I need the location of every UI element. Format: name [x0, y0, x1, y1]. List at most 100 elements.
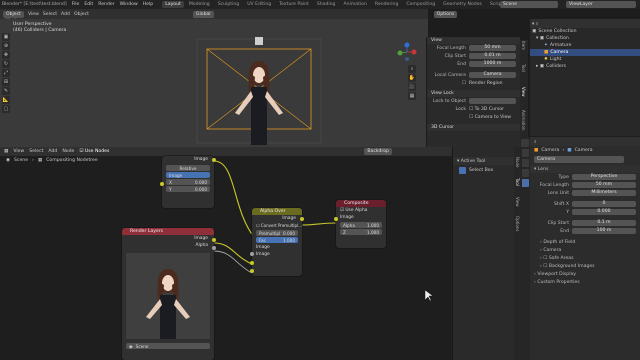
view-panel-header[interactable]: View — [427, 37, 520, 44]
rotate-tool-icon[interactable]: ↻ — [2, 60, 10, 68]
shift-y-field[interactable]: 0.000 — [572, 209, 636, 215]
input-socket[interactable] — [160, 182, 164, 186]
local-camera-field[interactable]: Camera — [469, 72, 516, 78]
tab-ne-tool[interactable]: Tool — [515, 178, 520, 196]
viewport-menu-select[interactable]: Select — [43, 12, 57, 17]
clip-end-prop-field[interactable]: 100 m — [572, 228, 636, 234]
tab-shading[interactable]: Shading — [314, 1, 339, 8]
mode-dropdown[interactable]: Object Mode — [3, 10, 24, 24]
outliner-item-armature[interactable]: ✦ Armature — [530, 42, 640, 49]
render-region-label[interactable]: Render Region — [469, 81, 503, 86]
scene-props-icon[interactable] — [521, 159, 529, 167]
annotate-tool-icon[interactable]: ✎ — [2, 87, 10, 95]
render-layers-title[interactable]: Render Layers — [122, 228, 214, 235]
input-socket[interactable] — [334, 217, 338, 221]
lock-to-object-field[interactable] — [469, 98, 516, 104]
translate-node[interactable]: Image Relative Image X 0.000 Y 0.000 — [160, 156, 216, 208]
tab-animation-side[interactable]: Animation — [521, 110, 526, 138]
tab-animation[interactable]: Animation — [340, 1, 369, 8]
section-custom-properties[interactable]: › Custom Properties — [530, 278, 640, 286]
camera-data-props-icon[interactable] — [521, 179, 529, 187]
tab-uv-editing[interactable]: UV Editing — [244, 1, 274, 8]
active-tool-header[interactable]: ▾ Active Tool — [453, 157, 514, 165]
cursor-panel-header[interactable]: 3D Cursor — [427, 124, 520, 131]
pan-hand-icon[interactable]: ✋ — [408, 74, 416, 82]
tab-modeling[interactable]: Modeling — [186, 1, 213, 8]
tab-options[interactable]: Options — [515, 216, 520, 240]
viewport-3d[interactable]: User Perspective (46) Colliders | Camera… — [0, 19, 428, 147]
render-layers-scene-field[interactable]: ◉ Scene — [126, 343, 210, 349]
view-lock-header[interactable]: View Lock — [427, 90, 520, 97]
translate-x-field[interactable]: X 0.000 — [166, 179, 210, 185]
tab-texture-paint[interactable]: Texture Paint — [276, 1, 312, 8]
outliner-item-camera[interactable]: ■ Camera — [530, 49, 640, 56]
clip-start-prop-field[interactable]: 0.1 m — [572, 220, 636, 226]
render-region-checkbox-icon[interactable]: ☐ — [427, 81, 469, 86]
outliner-item-colliders[interactable]: ▸ ▣ Colliders — [530, 63, 640, 70]
type-dropdown[interactable]: Perspective — [572, 174, 636, 180]
tab-tool[interactable]: Tool — [521, 64, 526, 86]
properties-search[interactable]: ⌕ — [530, 137, 640, 146]
clip-start-field[interactable]: 0.01 m — [469, 53, 516, 59]
alpha-output-socket[interactable] — [212, 246, 216, 250]
use-alpha-checkbox[interactable]: ☑ Use Alpha — [336, 207, 386, 214]
output-socket[interactable] — [300, 217, 304, 221]
tab-node[interactable]: Node — [515, 157, 520, 177]
transform-orientation[interactable]: Global — [192, 10, 214, 18]
image-output-socket[interactable] — [212, 238, 216, 242]
translate-image-input[interactable]: Image — [166, 172, 210, 178]
outliner-item-collection[interactable]: ▾ ▣ Collection — [530, 35, 640, 42]
premultiplied-field[interactable]: Premultipl 0.000 — [256, 230, 298, 236]
tab-ne-view[interactable]: View — [515, 197, 520, 215]
select-tool-icon[interactable]: ▣ — [2, 33, 10, 41]
translate-y-field[interactable]: Y 0.000 — [166, 186, 210, 192]
lens-header[interactable]: ▾ Lens — [530, 165, 640, 173]
menu-window[interactable]: Window — [120, 2, 138, 7]
scale-tool-icon[interactable]: ⤢ — [2, 69, 10, 77]
options-button[interactable]: Options — [433, 10, 458, 18]
section-camera[interactable]: › Camera — [530, 246, 640, 254]
composite-title[interactable]: Composite — [336, 200, 386, 207]
measure-tool-icon[interactable]: 📐 — [2, 96, 10, 104]
fac-socket[interactable] — [250, 252, 254, 256]
tab-compositing[interactable]: Compositing — [403, 1, 438, 8]
viewport-menu-view[interactable]: View — [28, 12, 39, 17]
viewlayer-field[interactable]: ViewLayer — [566, 1, 636, 8]
clip-end-field[interactable]: 1000 m — [469, 61, 516, 67]
camera-view-icon[interactable]: 🎥 — [408, 83, 416, 91]
section-viewport-display[interactable]: › Viewport Display — [530, 270, 640, 278]
viewlayer-selector[interactable]: ViewLayer — [566, 1, 636, 8]
outliner-filter-icon[interactable]: ▾ ⌕ — [532, 21, 538, 27]
alpha-over-node[interactable]: Alpha Over Image ☐ Convert Premultipl...… — [250, 208, 304, 276]
to-3d-cursor-checkbox[interactable]: ☐ To 3D Cursor — [469, 107, 504, 112]
convert-premult-checkbox[interactable]: ☐ Convert Premultipl... — [252, 222, 302, 229]
shift-x-field[interactable]: 0 — [572, 201, 636, 207]
fac-field[interactable]: Fac 1.000 — [256, 237, 298, 243]
move-tool-icon[interactable]: ✥ — [2, 51, 10, 59]
camera-datablock-field[interactable]: Camera — [534, 155, 624, 163]
output-props-icon[interactable] — [521, 149, 529, 157]
tab-item[interactable]: Item — [521, 41, 526, 63]
select-box-tool[interactable]: Select Box — [453, 165, 514, 175]
focal-field[interactable]: 50 mm — [572, 182, 636, 188]
outliner-scene-collection[interactable]: ▣ Scene Collection — [530, 28, 640, 35]
render-layers-node[interactable]: Render Layers Image Alpha ◉ Scene — [122, 228, 216, 360]
tab-layout[interactable]: Layout — [162, 1, 184, 8]
scene-selector[interactable]: Scene — [500, 1, 558, 8]
section-depth-of-field[interactable]: › Depth of Field — [530, 238, 640, 246]
relative-dropdown[interactable]: Relative — [166, 165, 210, 171]
menu-help[interactable]: Help — [143, 2, 153, 7]
tab-rendering[interactable]: Rendering — [372, 1, 401, 8]
add-cube-tool-icon[interactable]: ▢ — [2, 105, 10, 113]
menu-render[interactable]: Render — [98, 2, 114, 7]
section-safe-areas[interactable]: › ☐ Safe Areas — [530, 254, 640, 262]
cursor-tool-icon[interactable]: ⊕ — [2, 42, 10, 50]
scene-field[interactable]: Scene — [500, 1, 558, 8]
alpha-over-title[interactable]: Alpha Over — [252, 208, 302, 215]
viewport-menu-object[interactable]: Object — [74, 12, 89, 17]
perspective-grid-icon[interactable]: ▦ — [408, 92, 416, 100]
menu-edit[interactable]: Edit — [84, 2, 93, 7]
composite-alpha-field[interactable]: Alpha 1.000 — [340, 222, 382, 228]
section-background-images[interactable]: › ☐ Background Images — [530, 262, 640, 270]
object-props-icon[interactable] — [521, 169, 529, 177]
